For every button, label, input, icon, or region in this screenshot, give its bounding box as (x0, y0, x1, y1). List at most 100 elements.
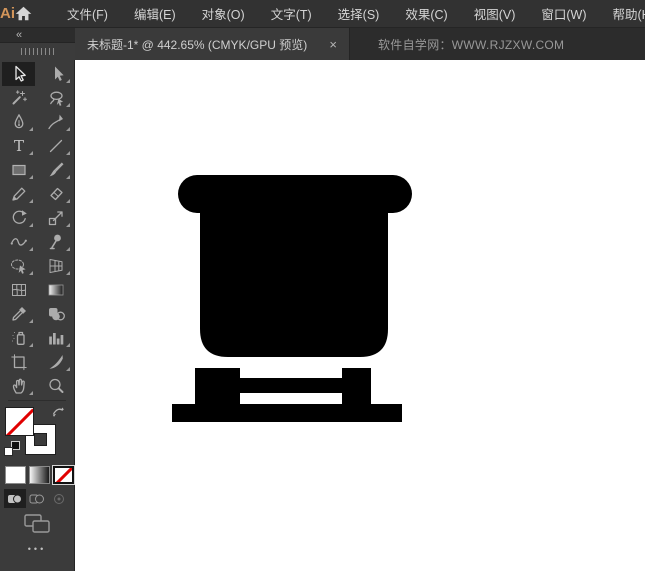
selection-tool-icon (9, 64, 29, 84)
width-tool-icon (9, 232, 29, 252)
tab-close-icon[interactable]: × (327, 37, 339, 52)
toolbar-collapse-button[interactable]: « (16, 30, 22, 40)
scale-icon (46, 208, 66, 228)
stand-crossbar (240, 378, 342, 393)
tool-blend[interactable] (37, 302, 74, 326)
type-tool-icon: T (9, 136, 29, 156)
tool-magic-wand[interactable] (0, 86, 37, 110)
default-fill-mini-icon (4, 447, 13, 456)
magic-wand-icon (9, 88, 29, 108)
tool-gradient[interactable] (37, 278, 74, 302)
swap-fill-stroke-button[interactable] (51, 404, 65, 422)
tabbar: « 未标题-1* @ 442.65% (CMYK/GPU 预览) × 软件自学网… (0, 28, 645, 60)
tool-slice[interactable] (37, 350, 74, 374)
default-fill-stroke-button[interactable] (4, 441, 21, 458)
menu-effect[interactable]: 效果(C) (392, 0, 460, 29)
symbol-sprayer-icon (9, 328, 29, 348)
menu-view[interactable]: 视图(V) (461, 0, 529, 29)
edit-toolbar-button[interactable]: ••• (0, 544, 74, 554)
tool-type[interactable]: T (0, 134, 37, 158)
tool-symbol-sprayer[interactable] (0, 326, 37, 350)
artwork-pot-shape[interactable] (172, 175, 412, 422)
blend-icon (46, 304, 66, 324)
draw-inside-icon (51, 492, 67, 506)
shape-builder-icon (9, 256, 29, 276)
tool-puppet-warp[interactable] (37, 230, 74, 254)
tool-direct-selection[interactable] (37, 62, 74, 86)
tool-zoom[interactable] (37, 374, 74, 398)
menu-object[interactable]: 对象(O) (189, 0, 258, 29)
tool-mesh[interactable] (0, 278, 37, 302)
menu-window[interactable]: 窗口(W) (528, 0, 599, 29)
stroke-swatch-hole (34, 433, 47, 446)
menu-type[interactable]: 文字(T) (258, 0, 325, 29)
swap-arrows-icon (51, 405, 65, 417)
none-slash-icon (53, 466, 74, 484)
stand-base (172, 404, 402, 422)
screen-mode-icon (24, 514, 50, 534)
tool-shape-builder[interactable] (0, 254, 37, 278)
menu-file[interactable]: 文件(F) (54, 0, 121, 29)
home-button[interactable] (15, 6, 32, 21)
shaper-pencil-icon (9, 184, 29, 204)
tool-lasso[interactable] (37, 86, 74, 110)
tool-eraser[interactable] (37, 182, 74, 206)
tool-pen[interactable] (0, 110, 37, 134)
none-button[interactable] (53, 466, 74, 484)
tool-width[interactable] (0, 230, 37, 254)
tool-paintbrush[interactable] (37, 158, 74, 182)
eyedropper-icon (9, 304, 29, 324)
drawing-mode-buttons (4, 489, 70, 508)
toolbar-divider (8, 400, 66, 401)
direct-selection-tool-icon (46, 64, 66, 84)
tool-rectangle[interactable] (0, 158, 37, 182)
tool-artboard[interactable] (0, 350, 37, 374)
tool-hand[interactable] (0, 374, 37, 398)
none-slash-icon (5, 408, 34, 436)
menu-edit[interactable]: 编辑(E) (121, 0, 189, 29)
document-tab-title: 未标题-1* @ 442.65% (CMYK/GPU 预览) (87, 36, 307, 53)
document-tab[interactable]: 未标题-1* @ 442.65% (CMYK/GPU 预览) × (75, 28, 350, 60)
draw-normal-button[interactable] (4, 489, 26, 508)
app-logo: Ai (0, 5, 15, 22)
tool-shaper[interactable] (0, 182, 37, 206)
fill-stroke-control (4, 404, 68, 460)
mesh-icon (9, 280, 29, 300)
paint-type-buttons (5, 466, 74, 484)
toolbar-grip-row[interactable] (0, 42, 75, 60)
menu-select[interactable]: 选择(S) (325, 0, 393, 29)
canvas[interactable] (75, 60, 645, 571)
puppet-warp-pin-icon (46, 232, 66, 252)
tool-curvature[interactable] (37, 110, 74, 134)
slice-knife-icon (46, 352, 66, 372)
pen-icon (9, 112, 29, 132)
gradient-button[interactable] (29, 466, 50, 484)
fill-swatch[interactable] (5, 407, 34, 436)
tool-selection[interactable] (2, 62, 35, 86)
draw-behind-button[interactable] (26, 489, 48, 508)
tool-rotate[interactable] (0, 206, 37, 230)
tool-line-segment[interactable] (37, 134, 74, 158)
tool-eyedropper[interactable] (0, 302, 37, 326)
column-graph-icon (46, 328, 66, 348)
draw-normal-icon (7, 492, 23, 506)
home-icon (15, 6, 32, 21)
drag-grip-icon (21, 48, 55, 55)
menu-list: 文件(F) 编辑(E) 对象(O) 文字(T) 选择(S) 效果(C) 视图(V… (54, 0, 645, 29)
menu-help[interactable]: 帮助(H) (600, 0, 645, 29)
tool-column-graph[interactable] (37, 326, 74, 350)
rectangle-tool-icon (9, 160, 29, 180)
draw-inside-button[interactable] (48, 489, 70, 508)
gradient-icon (46, 280, 66, 300)
artboard-icon (9, 352, 29, 372)
screen-mode-button[interactable] (0, 514, 74, 534)
zoom-magnifier-icon (46, 376, 66, 396)
tool-perspective-grid[interactable] (37, 254, 74, 278)
perspective-grid-icon (46, 256, 66, 276)
paintbrush-icon (46, 160, 66, 180)
svg-text:T: T (13, 137, 23, 155)
color-button[interactable] (5, 466, 26, 484)
website-note: 软件自学网：WWW.RJZXW.COM (350, 28, 564, 60)
tool-scale[interactable] (37, 206, 74, 230)
draw-behind-icon (29, 492, 45, 506)
